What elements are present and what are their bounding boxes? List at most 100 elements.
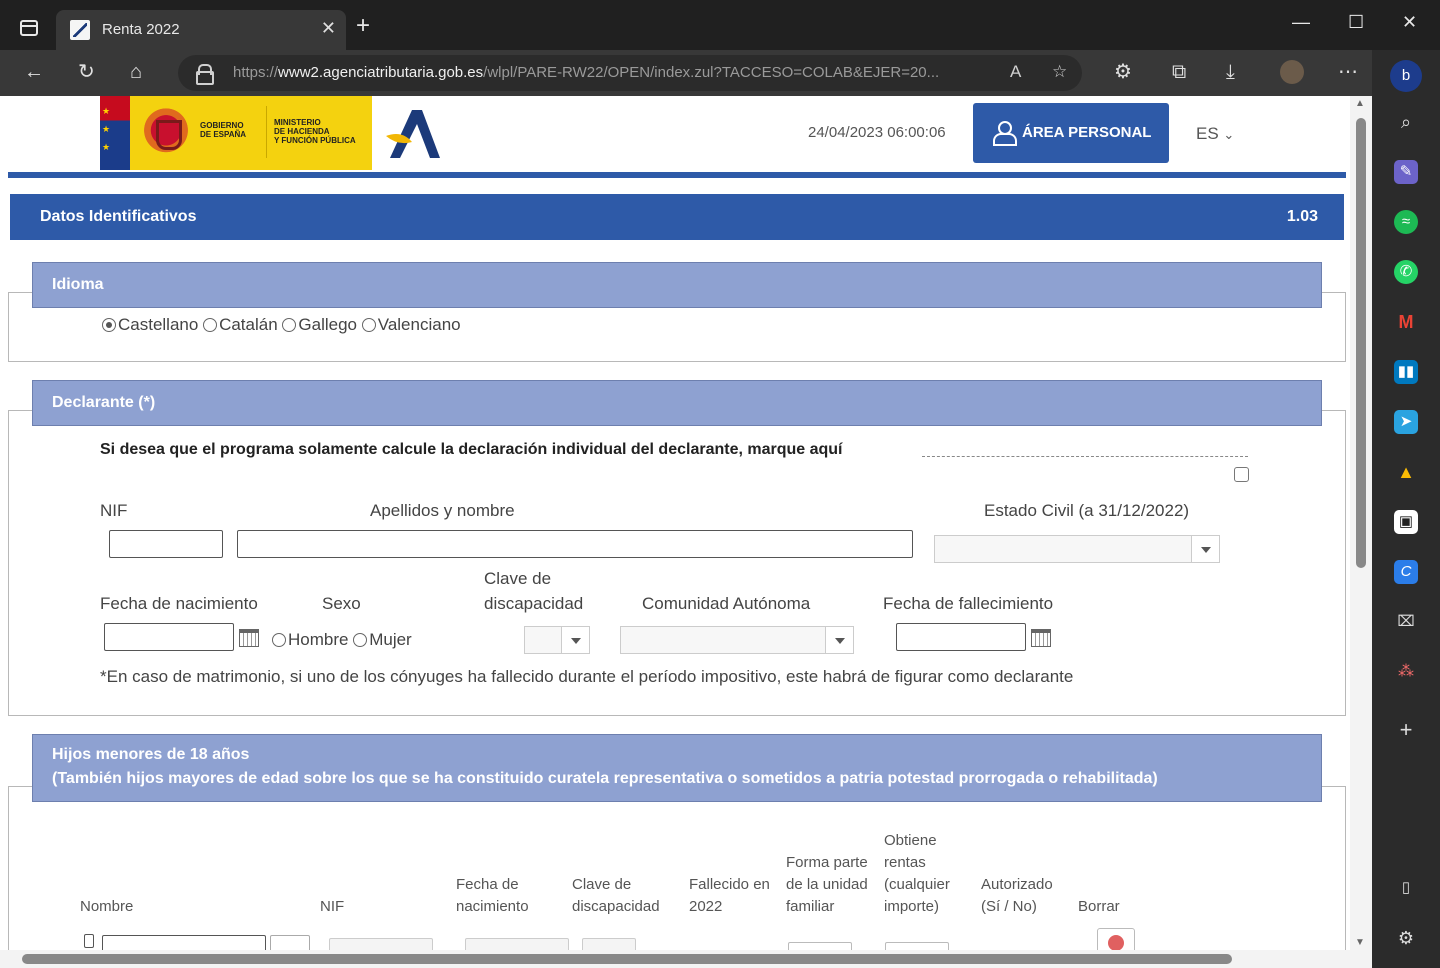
coat-of-arms-icon [140,106,192,160]
sexo-radio-group: Hombre Mujer [272,630,412,650]
fecha-nacimiento-input[interactable] [104,623,234,651]
area-personal-button[interactable]: ÁREA PERSONAL [973,103,1169,163]
chevron-down-icon: ⌄ [1223,127,1235,142]
hijos-panel-header: Hijos menores de 18 años (También hijos … [32,734,1322,802]
home-icon[interactable]: ⌂ [130,60,142,84]
radio-valenciano[interactable]: Valenciano [361,315,461,334]
new-tab-button[interactable]: + [356,14,370,38]
col-forma-parte: Forma parte de la unidad familiar [786,854,868,915]
section-title: Datos Identificativos [40,208,197,225]
collections-icon[interactable]: ⧉ [1172,60,1186,84]
sidebar-toggle-icon[interactable]: ▯ [1394,876,1418,900]
profile-avatar[interactable] [1280,60,1304,84]
fecha-fallecimiento-input[interactable] [896,623,1026,651]
radio-mujer[interactable]: Mujer [353,630,412,649]
estado-civil-select[interactable] [934,535,1220,563]
scroll-thumb[interactable] [1356,118,1366,568]
dropdown-caret-icon [825,627,853,653]
gmail-icon[interactable]: M [1394,310,1418,334]
delete-icon [1108,935,1124,951]
nombre-label: Apellidos y nombre [370,501,515,520]
add-sidebar-app-icon[interactable]: + [1394,718,1418,742]
tab-strip: Renta 2022 ✕ + — ☐ ✕ [0,0,1440,50]
declarante-panel-header: Declarante (*) [32,380,1322,426]
ministerio-text: MINISTERIO DE HACIENDA Y FUNCIÓN PÚBLICA [274,118,356,145]
radio-gallego[interactable]: Gallego [282,315,357,334]
notes-icon[interactable]: ✎ [1394,160,1418,184]
horizontal-scrollbar[interactable] [0,950,1372,968]
fecha-nacimiento-label: Fecha de nacimiento [100,594,258,613]
favicon-icon [70,20,90,40]
app-icon[interactable]: ▣ [1394,510,1418,534]
individual-declaration-note: Si desea que el programa solamente calcu… [100,441,843,458]
nombre-input[interactable] [237,530,913,558]
office-icon[interactable]: ⌧ [1394,610,1418,634]
clave-label-1: Clave de [484,569,552,588]
col-nif: NIF [320,898,345,915]
gobierno-text: GOBIERNO DE ESPAÑA [200,121,247,139]
telegram-icon[interactable]: ➤ [1394,410,1418,434]
whatsapp-icon[interactable]: ✆ [1394,260,1418,284]
search-icon[interactable]: ⌕ [1394,110,1418,134]
tab-title: Renta 2022 [102,21,180,38]
clave-discapacidad-select[interactable] [524,626,590,654]
comunidad-label: Comunidad Autónoma [642,594,811,613]
dropdown-caret-icon [1191,536,1219,562]
header-divider [8,172,1346,178]
google-drive-icon[interactable]: ▲ [1394,460,1418,484]
refresh-icon[interactable]: ↻ [78,60,95,84]
radio-castellano[interactable]: Castellano [102,315,198,334]
minimize-button[interactable]: — [1292,12,1310,33]
section-version: 1.03 [1286,208,1318,225]
individual-declaration-checkbox[interactable] [1234,467,1249,482]
maximize-button[interactable]: ☐ [1348,12,1364,33]
spotify-icon[interactable]: ≈ [1394,210,1418,234]
bing-copilot-icon[interactable]: b [1390,60,1422,92]
browser-sidebar: b ⌕ ✎ ≈ ✆ M ▮▮ ➤ ▲ ▣ C ⌧ ⁂ + ▯ ⚙ [1372,50,1440,968]
sexo-label: Sexo [322,594,361,613]
address-bar[interactable]: https://www2.agenciatributaria.gob.es/wl… [178,55,1082,91]
row-lock-icon [84,934,94,948]
radio-hombre[interactable]: Hombre [272,630,348,649]
canva-icon[interactable]: C [1394,560,1418,584]
col-fallecido: Fallecido en 2022 [689,876,770,915]
col-obtiene-rentas: Obtiene rentas (cualquier importe) [884,832,950,915]
scroll-thumb[interactable] [22,954,1232,964]
back-icon[interactable]: ← [24,60,44,84]
asana-icon[interactable]: ⁂ [1394,660,1418,684]
scroll-down-icon[interactable]: ▼ [1355,937,1365,948]
vertical-scrollbar[interactable]: ▲ ▼ [1350,96,1372,950]
col-autorizado: Autorizado (Sí / No) [981,876,1053,915]
tab-close-icon[interactable]: ✕ [321,18,336,39]
estado-civil-label: Estado Civil (a 31/12/2022) [984,501,1190,520]
settings-gear-icon[interactable]: ⚙ [1394,926,1418,950]
tab-renta-2022[interactable]: Renta 2022 ✕ [56,10,346,50]
dropdown-caret-icon [561,627,589,653]
fecha-fallecimiento-label: Fecha de fallecimiento [883,594,1054,613]
col-borrar: Borrar [1078,898,1120,915]
nif-input[interactable] [109,530,223,558]
comunidad-autonoma-select[interactable] [620,626,854,654]
extensions-icon[interactable]: ⚙ [1114,60,1132,84]
url-text: https://www2.agenciatributaria.gob.es/wl… [233,64,940,81]
lock-icon[interactable] [196,64,214,85]
col-clave-discapacidad: Clave de discapacidad [572,876,660,915]
radio-catalan[interactable]: Catalán [203,315,278,334]
close-window-button[interactable]: ✕ [1402,12,1417,33]
tab-actions-icon[interactable] [20,20,38,36]
col-fecha-nacimiento: Fecha de nacimiento [456,876,529,915]
dotted-leader [922,456,1248,457]
idioma-panel-header: Idioma [32,262,1322,308]
agencia-tributaria-logo [386,110,440,158]
read-aloud-icon[interactable]: A [1010,62,1021,82]
downloads-icon[interactable]: ⤓ [1226,60,1235,84]
language-selector[interactable]: ES ⌄ [1196,124,1234,144]
trello-icon[interactable]: ▮▮ [1394,360,1418,384]
calendar-icon[interactable] [1031,629,1051,647]
browser-toolbar: ← ↻ ⌂ https://www2.agenciatributaria.gob… [0,50,1440,96]
calendar-icon[interactable] [239,629,259,647]
scroll-up-icon[interactable]: ▲ [1355,98,1365,109]
more-menu-icon[interactable]: ⋯ [1338,60,1358,84]
section-title-bar: Datos Identificativos 1.03 [10,194,1344,240]
favorite-star-icon[interactable]: ☆ [1052,62,1067,82]
